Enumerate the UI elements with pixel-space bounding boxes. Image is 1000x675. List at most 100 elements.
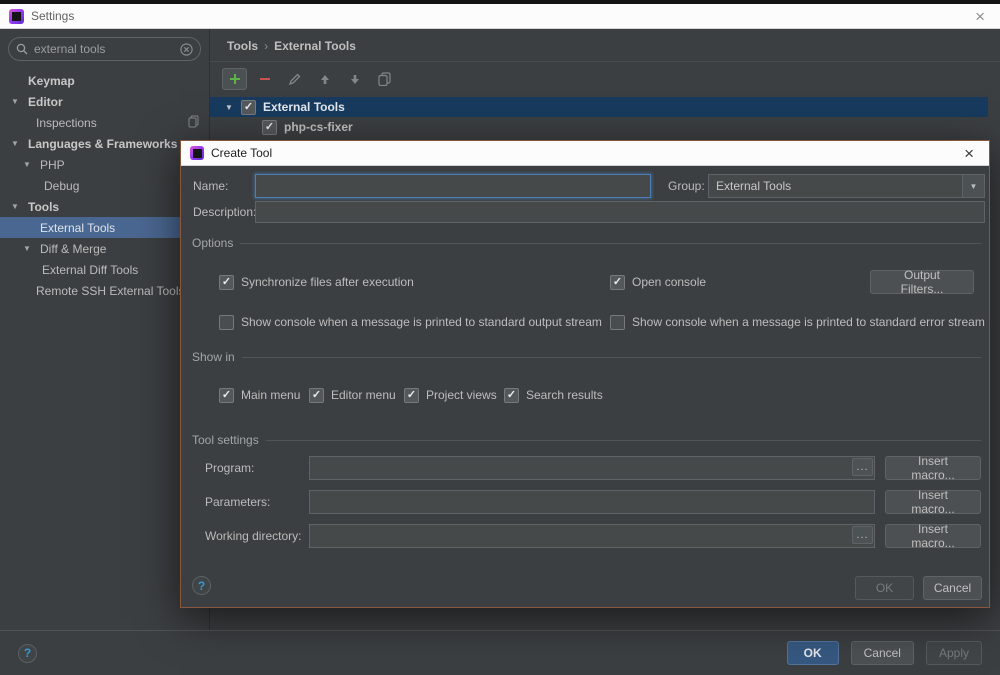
group-select[interactable]: External Tools ▼ bbox=[708, 174, 985, 198]
sidebar-item-external-tools[interactable]: External Tools bbox=[0, 217, 209, 238]
settings-tree: Keymap ▼ Editor Inspections ▼ Languages & … bbox=[0, 70, 209, 301]
open-console-checkbox[interactable]: ✓ Open console bbox=[610, 274, 706, 290]
parameters-input[interactable] bbox=[309, 490, 875, 514]
show-in-search-results-checkbox[interactable]: ✓ Search results bbox=[504, 387, 603, 403]
search-input[interactable]: external tools bbox=[34, 42, 174, 56]
breadcrumb-external-tools: External Tools bbox=[274, 39, 356, 53]
phpstorm-logo-icon bbox=[9, 8, 24, 24]
chevron-down-icon[interactable]: ▼ bbox=[11, 97, 19, 106]
checkbox-checked-icon[interactable]: ✓ bbox=[610, 274, 625, 290]
browse-working-directory-button[interactable]: ... bbox=[852, 526, 873, 544]
sidebar-item-keymap[interactable]: Keymap bbox=[0, 70, 209, 91]
description-input[interactable] bbox=[255, 201, 985, 223]
add-tool-button[interactable] bbox=[222, 68, 247, 90]
checkbox-unchecked-icon[interactable] bbox=[610, 314, 625, 330]
expander-icon[interactable]: ▼ bbox=[224, 103, 234, 112]
options-section-header: Options bbox=[192, 236, 981, 250]
group-value: External Tools bbox=[716, 179, 792, 193]
breadcrumb-separator: › bbox=[264, 39, 269, 53]
sidebar-item-php[interactable]: ▼ PHP bbox=[0, 154, 209, 175]
phpstorm-logo-icon bbox=[190, 146, 204, 160]
parameters-label: Parameters: bbox=[205, 495, 271, 509]
tools-toolbar bbox=[210, 66, 1000, 94]
program-input[interactable] bbox=[309, 456, 875, 480]
dialog-title: Create Tool bbox=[211, 146, 273, 160]
output-filters-button[interactable]: Output Filters... bbox=[870, 268, 974, 296]
tool-settings-section-header: Tool settings bbox=[192, 433, 981, 447]
chevron-down-icon[interactable]: ▼ bbox=[23, 160, 31, 169]
settings-sidebar: external tools Keymap ▼ Editor Inspection… bbox=[0, 29, 210, 630]
cancel-button[interactable]: Cancel bbox=[850, 641, 914, 665]
dialog-titlebar: Create Tool × bbox=[181, 141, 989, 166]
breadcrumb-tools[interactable]: Tools bbox=[227, 39, 258, 53]
window-close-icon[interactable]: × bbox=[969, 8, 991, 25]
help-button[interactable]: ? bbox=[18, 643, 37, 663]
sidebar-item-diff-merge[interactable]: ▼ Diff & Merge bbox=[0, 238, 209, 259]
create-tool-dialog: Create Tool × Name: Group: External Tool… bbox=[180, 140, 990, 608]
chevron-down-icon[interactable]: ▼ bbox=[23, 244, 31, 253]
checkbox-unchecked-icon[interactable] bbox=[219, 314, 234, 330]
working-directory-label: Working directory: bbox=[205, 529, 302, 543]
name-label: Name: bbox=[193, 179, 229, 193]
description-label: Description: bbox=[193, 205, 257, 219]
sidebar-item-debug[interactable]: Debug bbox=[0, 175, 209, 196]
show-in-project-views-checkbox[interactable]: ✓ Project views bbox=[404, 387, 497, 403]
sidebar-item-editor[interactable]: ▼ Editor bbox=[0, 91, 209, 112]
clear-search-icon[interactable] bbox=[180, 42, 193, 56]
chevron-down-icon[interactable]: ▼ bbox=[11, 139, 19, 148]
dialog-cancel-button[interactable]: Cancel bbox=[923, 576, 982, 600]
dialog-close-icon[interactable]: × bbox=[958, 145, 980, 162]
sidebar-item-remote-ssh-external-tools[interactable]: Remote SSH External Tools bbox=[0, 280, 209, 301]
checkbox-checked-icon[interactable]: ✓ bbox=[504, 387, 519, 403]
tree-row-external-tools[interactable]: ▼ ✓ External Tools bbox=[210, 97, 988, 117]
stderr-console-checkbox[interactable]: Show console when a message is printed t… bbox=[610, 314, 985, 330]
sidebar-item-languages-frameworks[interactable]: ▼ Languages & Frameworks bbox=[0, 133, 209, 154]
external-tools-tree: ▼ ✓ External Tools ✓ php-cs-fixer bbox=[210, 97, 1000, 137]
working-directory-field-wrap: ... bbox=[309, 524, 875, 548]
ok-button[interactable]: OK bbox=[786, 641, 839, 665]
show-in-section-header: Show in bbox=[192, 350, 981, 364]
group-label: Group: bbox=[668, 179, 705, 193]
window-title: Settings bbox=[31, 9, 75, 23]
copy-badge-icon bbox=[188, 115, 199, 128]
stdout-console-checkbox[interactable]: Show console when a message is printed t… bbox=[219, 314, 602, 330]
sidebar-item-inspections[interactable]: Inspections bbox=[0, 112, 209, 133]
remove-tool-button[interactable] bbox=[252, 68, 277, 90]
external-tools-panel: ▼ ✓ External Tools ✓ php-cs-fixer bbox=[210, 61, 1000, 137]
name-input[interactable] bbox=[255, 174, 651, 198]
checkbox-checked-icon[interactable]: ✓ bbox=[219, 274, 234, 290]
checkbox-php-cs-fixer[interactable]: ✓ bbox=[262, 119, 277, 135]
checkbox-checked-icon[interactable]: ✓ bbox=[309, 387, 324, 403]
checkbox-checked-icon[interactable]: ✓ bbox=[219, 387, 234, 403]
move-up-button[interactable] bbox=[312, 68, 337, 90]
sidebar-item-tools[interactable]: ▼ Tools bbox=[0, 196, 209, 217]
apply-button[interactable]: Apply bbox=[925, 641, 982, 665]
checkbox-checked-icon[interactable]: ✓ bbox=[404, 387, 419, 403]
browse-program-button[interactable]: ... bbox=[852, 458, 873, 476]
edit-tool-button[interactable] bbox=[282, 68, 307, 90]
show-in-editor-menu-checkbox[interactable]: ✓ Editor menu bbox=[309, 387, 396, 403]
insert-macro-parameters-button[interactable]: Insert macro... bbox=[885, 488, 981, 516]
window-titlebar: Settings × bbox=[0, 4, 1000, 29]
tree-row-php-cs-fixer[interactable]: ✓ php-cs-fixer bbox=[210, 117, 988, 137]
parameters-field-wrap bbox=[309, 490, 875, 514]
dialog-help-button[interactable]: ? bbox=[192, 576, 211, 595]
settings-search[interactable]: external tools bbox=[8, 37, 201, 61]
copy-tool-button[interactable] bbox=[372, 68, 397, 90]
settings-window: Settings × external tools Keymap ▼ Editor… bbox=[0, 0, 1000, 675]
search-icon bbox=[16, 43, 28, 55]
checkbox-external-tools[interactable]: ✓ bbox=[241, 99, 256, 115]
chevron-down-icon[interactable]: ▼ bbox=[11, 202, 19, 211]
show-in-main-menu-checkbox[interactable]: ✓ Main menu bbox=[219, 387, 300, 403]
dropdown-arrow-icon[interactable]: ▼ bbox=[962, 175, 984, 197]
insert-macro-working-directory-button[interactable]: Insert macro... bbox=[885, 522, 981, 550]
breadcrumb: Tools › External Tools bbox=[210, 29, 1000, 61]
sync-files-checkbox[interactable]: ✓ Synchronize files after execution bbox=[219, 274, 414, 290]
insert-macro-program-button[interactable]: Insert macro... bbox=[885, 454, 981, 482]
move-down-button[interactable] bbox=[342, 68, 367, 90]
dialog-ok-button[interactable]: OK bbox=[855, 576, 914, 600]
settings-footer: ? OK Cancel Apply bbox=[0, 630, 1000, 675]
working-directory-input[interactable] bbox=[309, 524, 875, 548]
program-label: Program: bbox=[205, 461, 255, 475]
sidebar-item-external-diff-tools[interactable]: External Diff Tools bbox=[0, 259, 209, 280]
